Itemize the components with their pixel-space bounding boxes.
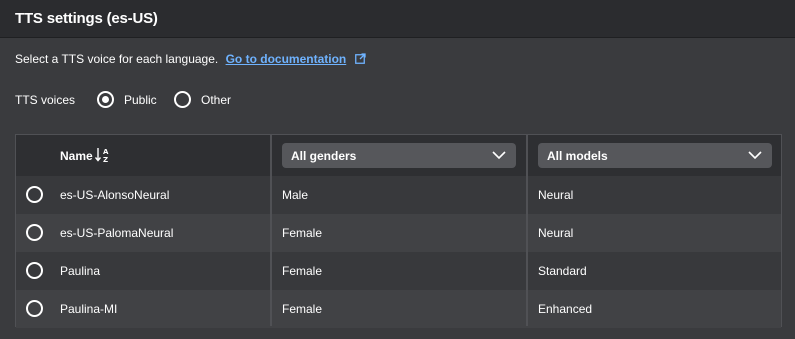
voice-model: Enhanced	[538, 302, 593, 316]
gender-filter-select[interactable]: All genders	[282, 143, 516, 168]
table-row[interactable]: Paulina Female Standard	[16, 252, 781, 290]
name-column-header[interactable]: Name	[60, 149, 93, 163]
public-radio[interactable]	[97, 91, 114, 108]
model-filter-label: All models	[547, 149, 608, 163]
external-link-icon[interactable]	[354, 53, 366, 64]
svg-text:A: A	[103, 148, 109, 156]
voice-model: Standard	[538, 264, 587, 278]
voice-name: Paulina-MI	[60, 302, 118, 316]
model-filter-select[interactable]: All models	[538, 143, 772, 168]
description: Select a TTS voice for each language. Go…	[15, 52, 366, 66]
voice-model: Neural	[538, 188, 574, 202]
svg-text:Z: Z	[103, 156, 108, 163]
voice-name: es-US-PalomaNeural	[60, 226, 174, 240]
row-select-radio[interactable]	[26, 300, 43, 317]
sort-alpha-down-icon[interactable]: A Z	[95, 147, 111, 163]
row-select-radio[interactable]	[26, 224, 43, 241]
panel-title: TTS settings (es-US)	[15, 10, 158, 27]
voice-name: Paulina	[60, 264, 101, 278]
other-radio-label[interactable]: Other	[201, 93, 231, 107]
column-divider	[526, 135, 528, 326]
row-select-radio[interactable]	[26, 262, 43, 279]
documentation-link[interactable]: Go to documentation	[226, 52, 347, 66]
row-select-radio[interactable]	[26, 186, 43, 203]
voice-model: Neural	[538, 226, 574, 240]
tts-settings-panel: TTS settings (es-US) Select a TTS voice …	[0, 0, 795, 339]
voice-name: es-US-AlonsoNeural	[60, 188, 170, 202]
chevron-down-icon	[492, 151, 506, 160]
table-header: Name A Z All genders All models	[16, 135, 781, 176]
column-divider	[270, 135, 272, 326]
chevron-down-icon	[748, 151, 762, 160]
table-row[interactable]: es-US-PalomaNeural Female Neural	[16, 214, 781, 252]
public-radio-label[interactable]: Public	[124, 93, 157, 107]
gender-filter-label: All genders	[291, 149, 357, 163]
description-text: Select a TTS voice for each language.	[15, 52, 219, 66]
voices-table: Name A Z All genders All models es-US-Al…	[15, 134, 782, 328]
tts-voices-label: TTS voices	[15, 93, 76, 107]
other-radio[interactable]	[174, 91, 191, 108]
table-row[interactable]: es-US-AlonsoNeural Male Neural	[16, 176, 781, 214]
voice-gender: Female	[282, 264, 323, 278]
voice-gender: Female	[282, 226, 323, 240]
voice-gender: Female	[282, 302, 323, 316]
panel-header: TTS settings (es-US)	[0, 0, 795, 38]
voice-gender: Male	[282, 188, 309, 202]
table-row[interactable]: Paulina-MI Female Enhanced	[16, 290, 781, 328]
tts-voices-row: TTS voices Public Other	[15, 91, 415, 109]
